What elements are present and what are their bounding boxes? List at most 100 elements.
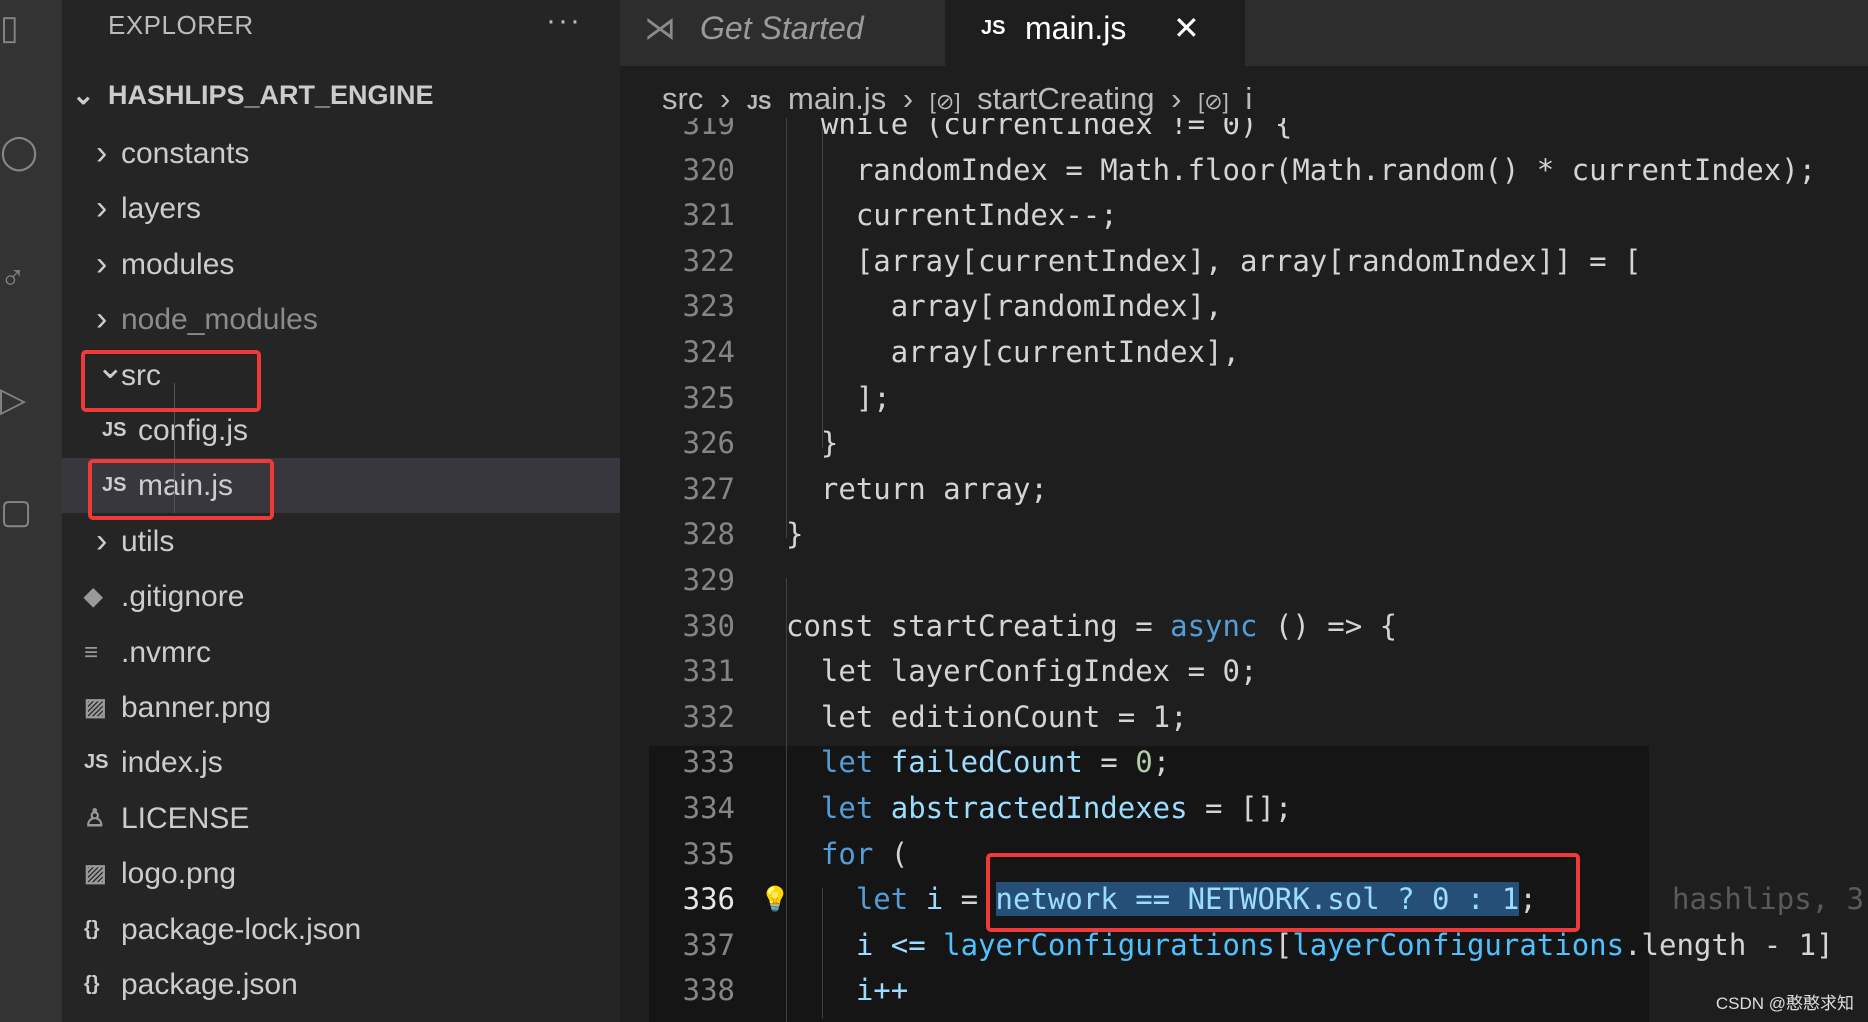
tab-label: Get Started [700, 10, 864, 46]
project-folder[interactable]: ⌄ HASHLIPS_ART_ENGINE [72, 80, 434, 111]
tree-item-utils[interactable]: › utils [62, 514, 620, 569]
tab-bar: ⋊ Get Started JS main.js ✕ [620, 0, 1868, 66]
tab-main-js[interactable]: JS main.js ✕ [945, 0, 1245, 66]
tree-item-index-js[interactable]: JS index.js [62, 735, 620, 790]
tree-item-label: LICENSE [121, 801, 250, 835]
chevron-right-icon: › [96, 134, 108, 172]
code-token: let [786, 882, 926, 917]
tree-item-node-modules[interactable]: › node_modules [62, 292, 620, 347]
code-token: let [786, 791, 891, 825]
symbol-variable-icon: [⊘] [1198, 89, 1229, 114]
code-text: array[currentIndex], [786, 330, 1240, 375]
code-token: async [1170, 608, 1258, 643]
source-control-icon[interactable]: ♂ [0, 258, 30, 298]
search-icon[interactable]: ◯ [0, 132, 38, 172]
code-token: = [1117, 608, 1171, 643]
code-text: array[randomIndex], [786, 284, 1223, 329]
explorer-title: EXPLORER [108, 10, 254, 40]
code-token: layerConfigurations [943, 927, 1275, 962]
activity-bar: ▯ ◯ ♂ ▷ ▢ [0, 0, 62, 1022]
tree-item-label: package-lock.json [121, 912, 362, 946]
line-number: 328 [682, 517, 735, 552]
line-number: 326 [682, 426, 735, 461]
line-number: 321 [682, 198, 735, 233]
run-debug-icon[interactable]: ▷ [0, 380, 30, 420]
code-line: 321 currentIndex--; [620, 193, 1868, 238]
tree-item-package-lock-json[interactable]: {} package-lock.json [62, 902, 620, 957]
code-token: abstractedIndexes [890, 791, 1188, 825]
tab-label: main.js [1025, 10, 1127, 46]
line-number: 332 [682, 699, 735, 734]
tree-item-constants[interactable]: › constants [62, 126, 620, 181]
files-icon[interactable]: ▯ [0, 8, 30, 48]
breadcrumb-start-creating[interactable]: startCreating [977, 81, 1154, 116]
code-token: i++ [786, 973, 909, 1008]
code-token: 0 [1135, 745, 1153, 780]
tree-item-label: layers [121, 192, 202, 226]
line-number: 339 [655, 1014, 735, 1022]
code-token: [array[currentIndex], array[randomIndex]… [786, 243, 1642, 278]
breadcrumb-main-js[interactable]: main.js [788, 81, 886, 116]
code-line: 322 [array[currentIndex], array[randomIn… [620, 239, 1868, 284]
code-token: = [1082, 745, 1136, 780]
symbol-variable-icon: [⊘] [929, 89, 961, 114]
close-tab-icon[interactable]: ✕ [1173, 0, 1200, 56]
project-name: HASHLIPS_ART_ENGINE [108, 80, 434, 110]
line-number: 323 [682, 289, 735, 324]
code-text: for ( [786, 832, 908, 877]
code-token: = [1100, 699, 1153, 734]
code-text: ) { [786, 1014, 873, 1022]
more-actions-button[interactable]: ··· [546, 4, 582, 38]
code-line: 319 while (currentIndex != 0) { [620, 118, 1868, 147]
code-text: let abstractedIndexes = []; [786, 786, 1292, 831]
line-number: 324 [682, 335, 735, 369]
line-number: 330 [682, 608, 735, 643]
code-text: return array; [786, 467, 1048, 512]
breadcrumb-i[interactable]: i [1245, 81, 1252, 116]
tree-item--gitignore[interactable]: ◆ .gitignore [62, 569, 620, 624]
json-file-icon: {} [84, 973, 100, 995]
tree-item-package-json[interactable]: {} package.json [62, 957, 620, 1012]
code-line: 325 ]; [620, 376, 1868, 421]
code-token: let [786, 745, 891, 780]
code-text: currentIndex--; [786, 193, 1118, 238]
code-token: = []; [1187, 791, 1293, 825]
tree-item-label: node_modules [121, 303, 318, 337]
code-text: while (currentIndex != 0) { [786, 118, 1292, 147]
tree-item-modules[interactable]: › modules [62, 237, 620, 292]
tree-item-banner-png[interactable]: ▨ banner.png [62, 680, 620, 735]
tree-item-license[interactable]: ♙ LICENSE [62, 791, 620, 846]
code-line: 334 let abstractedIndexes = []; [620, 786, 1868, 831]
breadcrumb-src[interactable]: src [662, 81, 703, 116]
code-token: = [1170, 654, 1223, 689]
code-text: } [786, 421, 838, 466]
highlight-box-src [81, 350, 261, 412]
tab-get-started[interactable]: ⋊ Get Started [620, 0, 945, 66]
tree-item-layers[interactable]: › layers [62, 181, 620, 236]
line-number: 325 [682, 380, 735, 415]
code-token: startCreating [890, 608, 1118, 643]
code-text: randomIndex = Math.floor(Math.random() *… [786, 148, 1816, 193]
code-token: [ [1274, 927, 1293, 962]
code-editor[interactable]: 319 while (currentIndex != 0) { 320 rando… [620, 118, 1868, 1022]
extensions-icon[interactable]: ▢ [0, 492, 32, 532]
code-line: 324 array[currentIndex], [620, 330, 1868, 375]
code-token: 0 [1222, 654, 1240, 689]
code-text: let layerConfigIndex = 0; [786, 649, 1258, 694]
chevron-right-icon: › [96, 189, 108, 228]
code-line: 332 let editionCount = 1; [620, 695, 1868, 740]
tree-item-label: index.js [121, 746, 223, 780]
line-number: 331 [682, 654, 735, 689]
license-file-icon: ♙ [84, 804, 106, 832]
image-file-icon: ▨ [84, 860, 107, 888]
code-text: } [786, 512, 803, 557]
tree-item--nvmrc[interactable]: ≡ .nvmrc [62, 625, 620, 680]
chevron-right-icon: › [1171, 81, 1182, 116]
line-number: 319 [682, 118, 735, 141]
tree-item-logo-png[interactable]: ▨ logo.png [62, 846, 620, 901]
line-number: 320 [682, 152, 735, 187]
code-line: 333 let failedCount = 0; [620, 740, 1868, 785]
chevron-right-icon: › [96, 521, 108, 560]
chevron-right-icon: › [96, 244, 108, 283]
code-token: } [786, 426, 839, 461]
